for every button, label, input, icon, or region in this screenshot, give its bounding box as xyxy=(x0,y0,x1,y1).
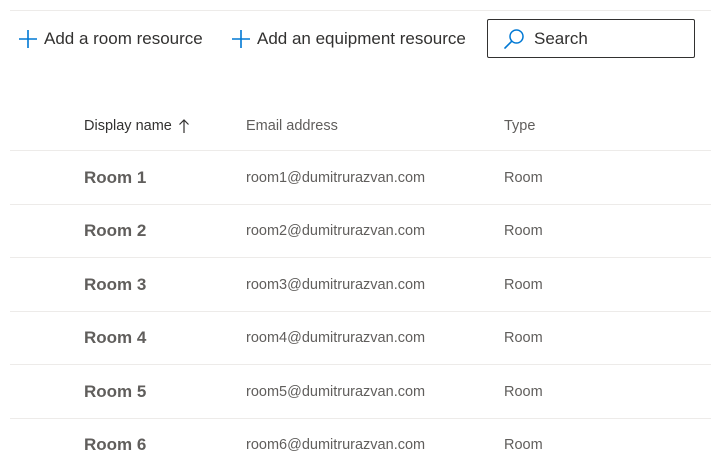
table-row[interactable]: Room 2 room2@dumitrurazvan.com Room xyxy=(10,205,711,259)
top-divider xyxy=(10,10,711,11)
row-email: room1@dumitrurazvan.com xyxy=(246,169,426,186)
column-header-type[interactable]: Type xyxy=(504,100,535,151)
plus-icon xyxy=(16,27,40,51)
column-header-email[interactable]: Email address xyxy=(246,100,338,151)
add-equipment-resource-label: Add an equipment resource xyxy=(257,29,466,48)
row-type: Room xyxy=(504,437,543,454)
table-row[interactable]: Room 3 room3@dumitrurazvan.com Room xyxy=(10,258,711,312)
search-icon xyxy=(502,27,526,51)
resources-table: Display name Email address Type Room 1 r… xyxy=(10,100,711,467)
row-email: room5@dumitrurazvan.com xyxy=(246,383,426,400)
row-display-name[interactable]: Room 1 xyxy=(84,151,146,204)
add-room-resource-label: Add a room resource xyxy=(44,29,203,48)
plus-icon xyxy=(229,27,253,51)
row-email: room3@dumitrurazvan.com xyxy=(246,276,426,293)
command-bar: Add a room resource Add an equipment res… xyxy=(0,18,711,60)
row-type: Room xyxy=(504,330,543,347)
search-input[interactable] xyxy=(534,28,684,49)
row-display-name[interactable]: Room 2 xyxy=(84,205,146,258)
row-type: Room xyxy=(504,383,543,400)
row-type: Room xyxy=(504,276,543,293)
column-header-display-name[interactable]: Display name xyxy=(84,100,190,151)
row-type: Room xyxy=(504,223,543,240)
table-row[interactable]: Room 4 room4@dumitrurazvan.com Room xyxy=(10,312,711,366)
row-display-name[interactable]: Room 6 xyxy=(84,419,146,467)
table-row[interactable]: Room 6 room6@dumitrurazvan.com Room xyxy=(10,419,711,467)
row-email: room2@dumitrurazvan.com xyxy=(246,223,426,240)
table-row[interactable]: Room 1 room1@dumitrurazvan.com Room xyxy=(10,151,711,205)
row-display-name[interactable]: Room 3 xyxy=(84,258,146,311)
search-box[interactable] xyxy=(487,19,695,58)
table-row[interactable]: Room 5 room5@dumitrurazvan.com Room xyxy=(10,365,711,419)
row-display-name[interactable]: Room 4 xyxy=(84,312,146,365)
add-room-resource-button[interactable]: Add a room resource xyxy=(16,18,203,60)
arrow-up-icon xyxy=(178,118,190,134)
resources-page: Add a room resource Add an equipment res… xyxy=(0,0,711,467)
row-display-name[interactable]: Room 5 xyxy=(84,365,146,418)
add-equipment-resource-button[interactable]: Add an equipment resource xyxy=(229,18,466,60)
row-type: Room xyxy=(504,169,543,186)
row-email: room4@dumitrurazvan.com xyxy=(246,330,426,347)
column-header-display-name-label: Display name xyxy=(84,117,172,134)
row-email: room6@dumitrurazvan.com xyxy=(246,437,426,454)
table-header: Display name Email address Type xyxy=(10,100,711,151)
